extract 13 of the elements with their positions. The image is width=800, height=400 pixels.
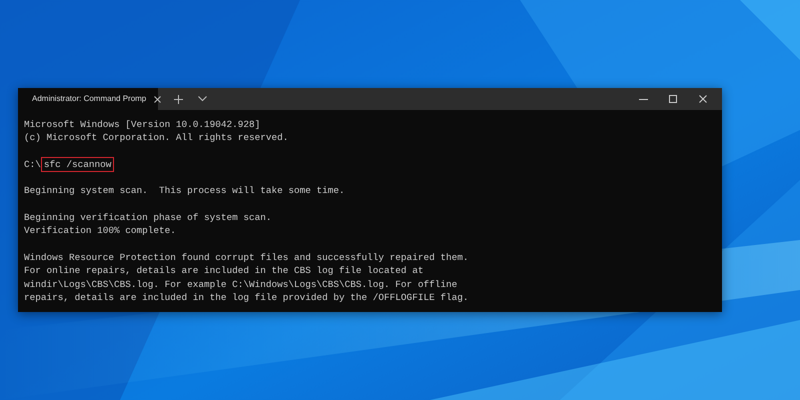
terminal-tab[interactable]: Administrator: Command Promp — [18, 88, 158, 110]
console-line: repairs, details are included in the log file provided by the /OFFLOGFILE flag. — [24, 290, 470, 304]
console-line: (c) Microsoft Corporation. All rights reserved. — [24, 131, 290, 145]
console-line: Windows Resource Protection found corrupt files and successfully repaired them. — [24, 250, 470, 264]
console-line: Verification 100% complete. — [24, 224, 177, 238]
console-line: windir\Logs\CBS\CBS.log. For example C:\Windows\Logs\CBS\CBS.log. For offline — [24, 278, 458, 291]
prompt-text: C:\ — [24, 158, 41, 172]
console-line: Beginning verification phase of system scan. — [24, 211, 273, 224]
console-line: Beginning system scan. This process will take some time. — [24, 184, 346, 198]
console-line: Microsoft Windows [Version 10.0.19042.928] — [24, 118, 262, 132]
command-text: sfc /scannow — [42, 158, 114, 172]
tab-title: Administrator: Command Promp — [32, 93, 146, 105]
console-line: For online repairs, details are included in the CBS log file located at — [24, 264, 424, 278]
